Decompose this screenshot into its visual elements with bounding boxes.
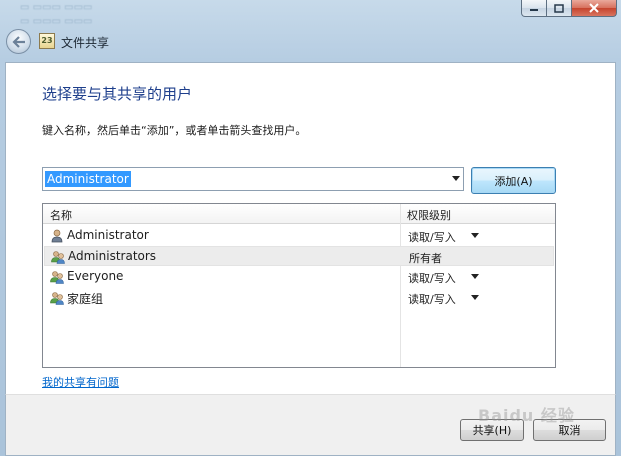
window: ▭ ▭▭▭ ▭▭▭ ▭ ▭▭▭ ▭▭▭ 23 文件共享 选择要与其共享的用户 键… (0, 0, 621, 456)
user-combo-box[interactable]: Administrator (42, 167, 464, 191)
list-item-permission: 所有者 (409, 252, 442, 265)
list-item[interactable]: Everyone 读取/写入 (44, 267, 554, 287)
window-title: 文件共享 (61, 36, 110, 50)
help-link[interactable]: 我的共享有问题 (42, 374, 119, 390)
column-header-name[interactable]: 名称 (50, 207, 72, 223)
user-list[interactable]: 名称 权限级别 Administrator 读取/写入 Administrato… (42, 203, 556, 368)
background-ghost-text: ▭ ▭▭▭ ▭▭▭ (20, 16, 93, 27)
maximize-icon (554, 3, 564, 13)
chevron-down-icon[interactable] (471, 295, 479, 300)
list-header: 名称 权限级别 (43, 204, 555, 224)
instruction-text: 键入名称，然后单击“添加”，或者单击箭头查找用户。 (42, 124, 307, 137)
back-arrow-icon (11, 35, 25, 48)
list-item[interactable]: Administrator 读取/写入 (44, 226, 554, 246)
maximize-button[interactable] (547, 0, 572, 17)
close-icon (589, 3, 599, 13)
close-button[interactable] (572, 0, 617, 17)
minimize-icon (530, 9, 538, 11)
list-item[interactable]: 家庭组 读取/写入 (44, 288, 554, 308)
user-icon (51, 229, 63, 243)
chevron-down-icon[interactable] (471, 233, 479, 238)
list-item-permission[interactable]: 读取/写入 (408, 229, 456, 245)
column-header-permission[interactable]: 权限级别 (407, 207, 451, 223)
list-item-name: Administrators (68, 249, 157, 263)
list-item[interactable]: Administrators 所有者 (44, 246, 554, 266)
caption-buttons (521, 0, 617, 17)
watermark: Baidu 经验 (478, 406, 575, 425)
group-icon (51, 251, 65, 264)
list-item-name: 家庭组 (67, 292, 104, 306)
group-icon (50, 292, 64, 305)
back-button[interactable] (6, 29, 31, 54)
minimize-button[interactable] (521, 0, 547, 17)
user-combo-value[interactable]: Administrator (45, 171, 131, 187)
file-sharing-icon: 23 (39, 33, 55, 49)
list-item-permission[interactable]: 读取/写入 (408, 270, 456, 286)
list-item-name: Administrator (67, 228, 149, 242)
dialog-content: 选择要与其共享的用户 键入名称，然后单击“添加”，或者单击箭头查找用户。 Adm… (5, 62, 616, 394)
add-button[interactable]: 添加(A) (471, 167, 556, 194)
background-ghost-text: ▭ ▭▭▭ ▭▭▭ (20, 2, 93, 13)
list-item-permission[interactable]: 读取/写入 (408, 291, 456, 307)
list-item-name: Everyone (67, 269, 124, 283)
page-title: 选择要与其共享的用户 (42, 85, 193, 103)
chevron-down-icon[interactable] (452, 176, 460, 181)
chevron-down-icon[interactable] (471, 274, 479, 279)
group-icon (50, 271, 64, 284)
